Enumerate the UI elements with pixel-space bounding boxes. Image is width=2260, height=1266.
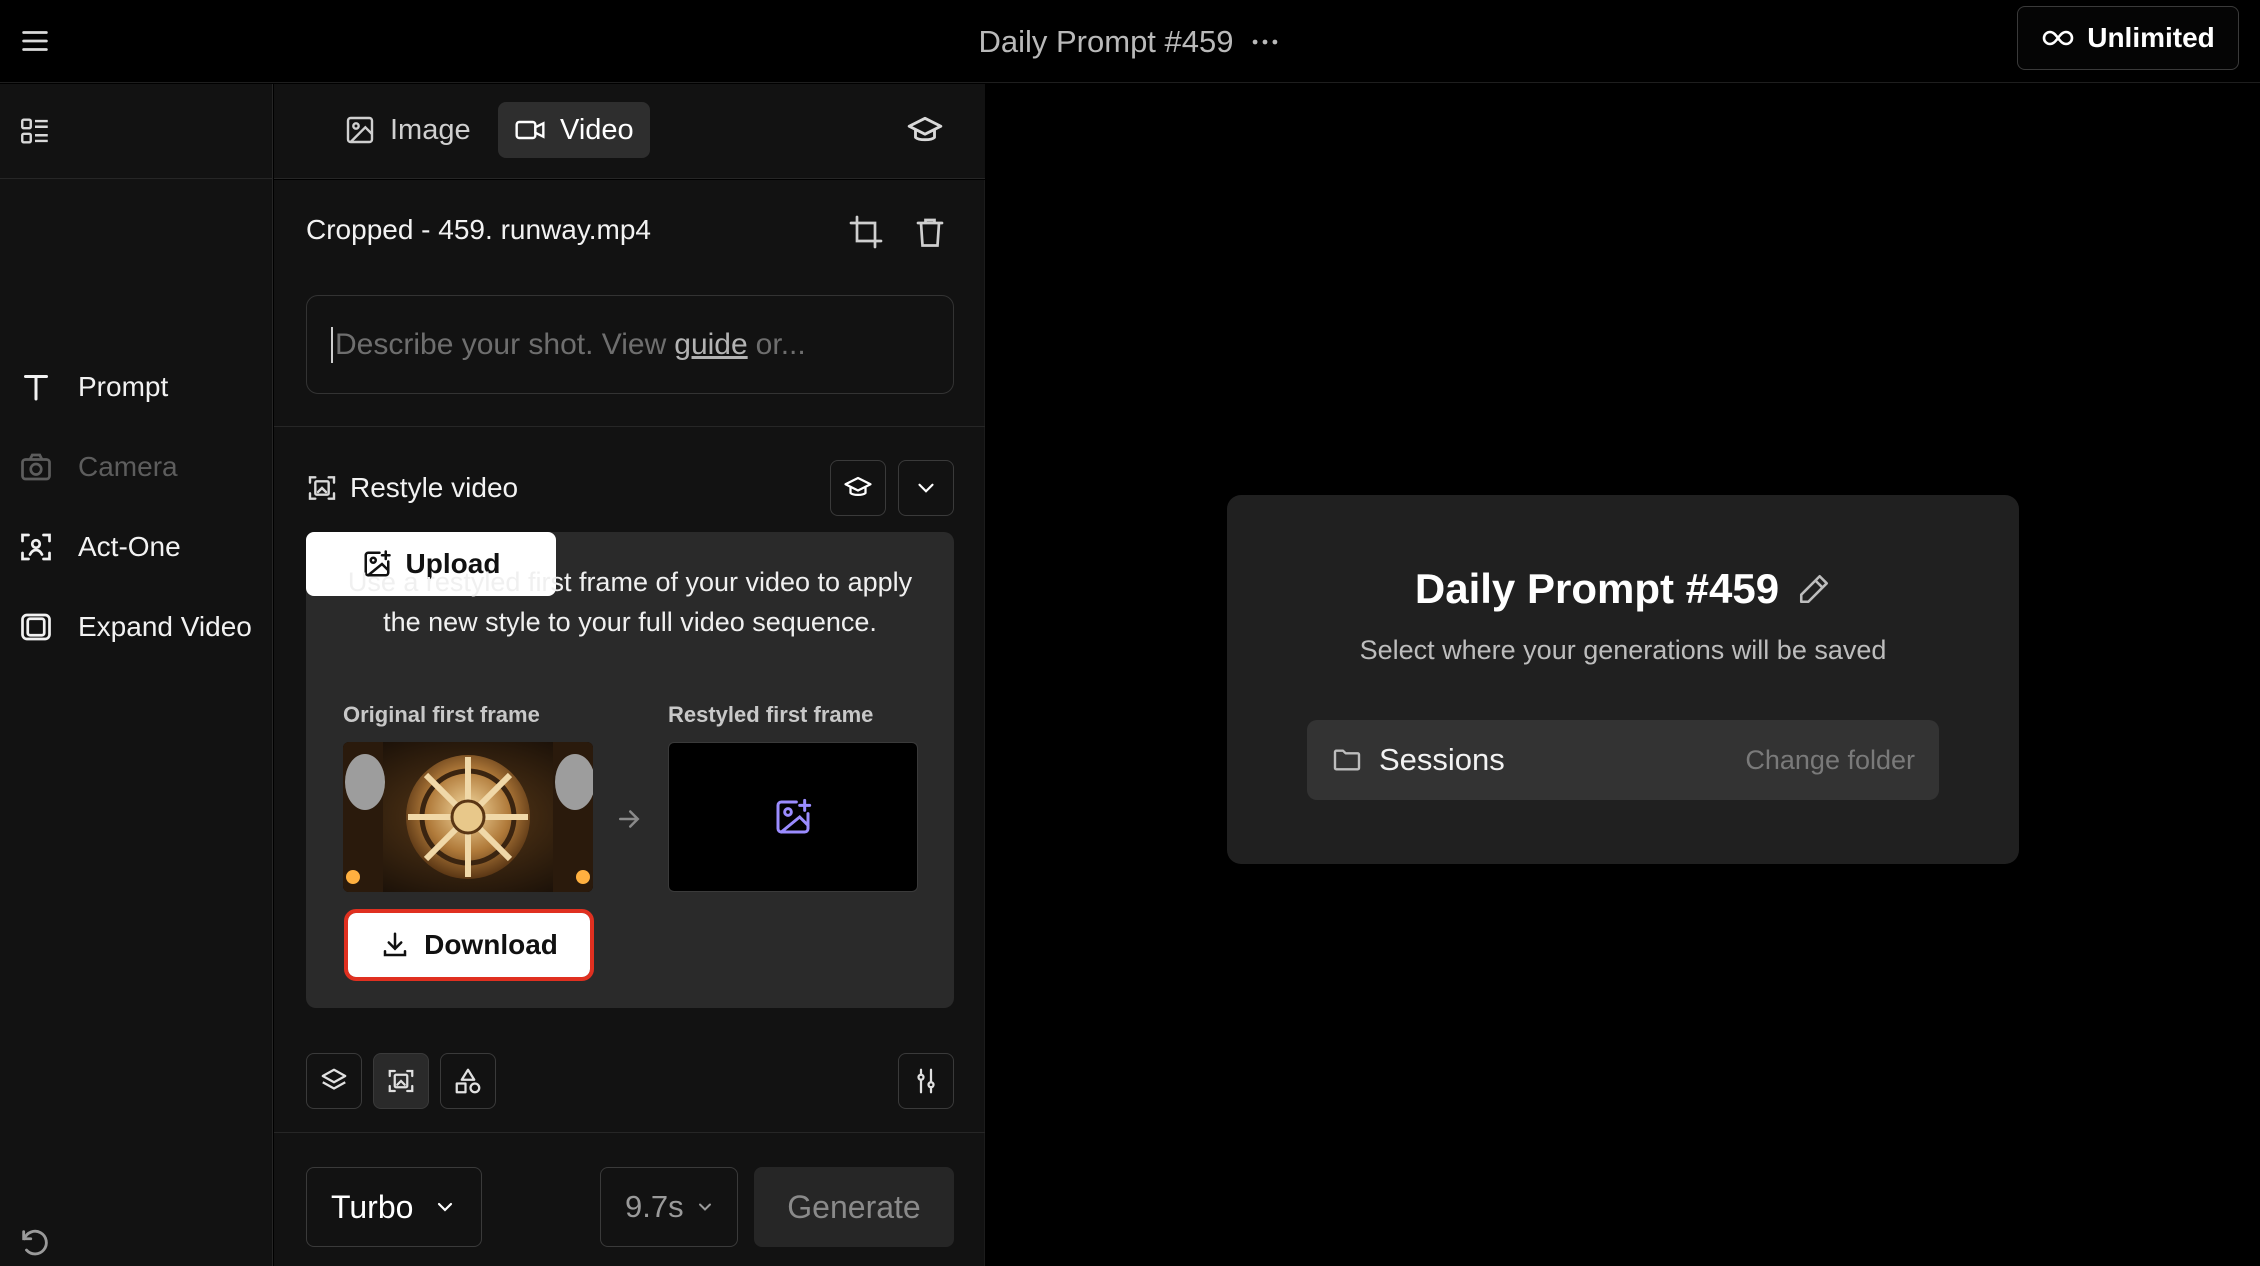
restyle-guide-button[interactable] [830, 460, 886, 516]
expand-frame-icon [18, 609, 54, 645]
session-title: Daily Prompt #459 [1414, 565, 1780, 612]
restyle-icon [306, 472, 338, 504]
restyled-frame-label: Restyled first frame [668, 702, 874, 727]
tab-label: Video [560, 113, 634, 146]
graduation-cap-icon[interactable] [906, 112, 944, 150]
settings-button[interactable] [898, 1053, 954, 1109]
folder-name: Sessions [1379, 742, 1505, 777]
restyle-description: Use a restyled first frame of your video… [347, 567, 913, 637]
page-title[interactable]: Daily Prompt #459 [978, 24, 1233, 60]
face-scan-icon [18, 529, 54, 565]
download-label: Download [424, 929, 558, 960]
sidebar-item-label: Prompt [78, 371, 169, 402]
folder-selector[interactable]: Sessions Change folder [1307, 720, 1939, 800]
model-select[interactable]: Turbo [306, 1167, 482, 1247]
shapes-icon [453, 1066, 483, 1096]
chevron-down-icon [695, 1197, 715, 1217]
tab-label: Image [390, 113, 471, 146]
divider [274, 426, 985, 427]
sidebar-item-camera[interactable]: Camera [18, 445, 178, 489]
video-camera-icon [514, 114, 546, 146]
restyle-icon [386, 1066, 416, 1096]
chevron-down-icon [913, 475, 939, 501]
session-subtitle: Select where your generations will be sa… [1359, 635, 1887, 665]
sidebar-item-prompt[interactable]: Prompt [18, 365, 168, 409]
layout-list-icon[interactable] [18, 114, 52, 148]
graduation-cap-icon [843, 473, 873, 503]
download-button[interactable]: Download [344, 909, 594, 981]
top-bar: Daily Prompt #459 Unlimited [0, 0, 2260, 83]
more-options-icon[interactable] [1248, 25, 1282, 59]
model-value: Turbo [331, 1188, 414, 1225]
restyle-tool-button[interactable] [373, 1053, 429, 1109]
arrow-right-icon [614, 804, 644, 834]
prompt-placeholder-end: or... [755, 327, 806, 361]
original-frame-label: Original first frame [343, 702, 540, 727]
mode-tabs-bar: Image Video [274, 84, 985, 179]
generate-button[interactable]: Generate [754, 1167, 954, 1247]
restyle-card: Use a restyled first frame of your video… [306, 532, 954, 1008]
sidebar-item-label: Act-One [78, 531, 181, 562]
prompt-placeholder: Describe your shot. View [335, 327, 667, 361]
restyle-video-title: Restyle video [350, 472, 519, 503]
session-card: Daily Prompt #459 Select where your gene… [1227, 495, 2019, 864]
image-icon [344, 114, 376, 146]
layers-button[interactable] [306, 1053, 362, 1109]
restyled-frame-dropzone[interactable] [668, 742, 918, 892]
sidebar-item-label: Expand Video [78, 611, 252, 642]
pencil-icon[interactable] [1797, 572, 1831, 606]
infinity-icon [2041, 27, 2075, 49]
left-sidebar: Prompt Camera Act-One Expand Video [0, 84, 273, 1266]
sidebar-item-label: Camera [78, 451, 178, 482]
sidebar-item-expand-video[interactable]: Expand Video [18, 605, 252, 649]
download-icon [380, 930, 410, 960]
file-name: Cropped - 459. runway.mp4 [306, 214, 651, 245]
sidebar-item-act-one[interactable]: Act-One [18, 525, 181, 569]
editor-panel: Cropped - 459. runway.mp4 Describe your … [274, 180, 985, 1266]
layers-icon [319, 1066, 349, 1096]
change-folder-link[interactable]: Change folder [1745, 745, 1915, 776]
duration-select[interactable]: 9.7s [600, 1167, 738, 1247]
undo-icon[interactable] [18, 1226, 52, 1260]
restyle-collapse-button[interactable] [898, 460, 954, 516]
prompt-input[interactable]: Describe your shot. View guide or... [306, 295, 954, 394]
duration-value: 9.7s [625, 1189, 684, 1224]
tab-video[interactable]: Video [498, 102, 650, 158]
shapes-button[interactable] [440, 1053, 496, 1109]
hamburger-menu-icon[interactable] [18, 24, 52, 58]
sliders-icon [911, 1066, 941, 1096]
chevron-down-icon [433, 1195, 457, 1219]
text-icon [18, 369, 54, 405]
crop-icon[interactable] [848, 214, 884, 250]
trash-icon[interactable] [912, 214, 948, 250]
image-add-icon [773, 797, 813, 837]
unlimited-plan-button[interactable]: Unlimited [2017, 6, 2239, 70]
guide-link[interactable]: guide [674, 328, 747, 362]
original-frame-thumbnail [343, 742, 593, 892]
tab-image[interactable]: Image [328, 102, 487, 158]
camera-icon [18, 449, 54, 485]
unlimited-label: Unlimited [2087, 22, 2215, 53]
folder-icon [1331, 744, 1363, 776]
divider [274, 1132, 985, 1133]
text-caret [331, 326, 333, 363]
